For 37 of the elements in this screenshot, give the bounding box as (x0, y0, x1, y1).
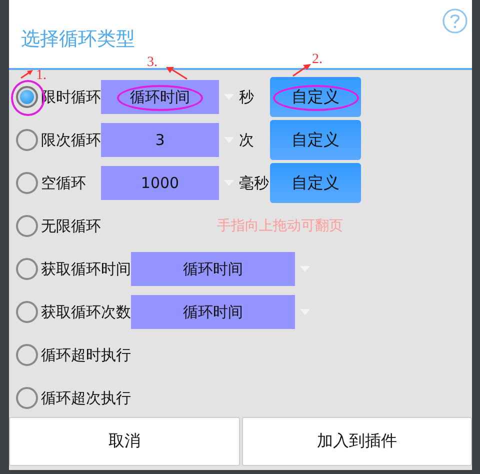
annotation-number: 1. (36, 68, 46, 84)
unit-label: 毫秒 (239, 174, 270, 193)
dropdown[interactable]: 3 (101, 123, 219, 158)
radio-button[interactable] (16, 172, 38, 194)
option-label: 循环超次执行 (41, 388, 131, 408)
radio-button[interactable] (16, 258, 38, 280)
dialog-button[interactable]: 取消 (9, 417, 240, 466)
option-label: 获取循环次数 (41, 302, 131, 322)
option-label: 循环超时执行 (41, 346, 131, 365)
help-icon[interactable] (442, 8, 468, 34)
radio-button[interactable] (16, 86, 38, 108)
annotation-number: 2. (312, 52, 322, 68)
arrow-icon (20, 69, 34, 80)
dropdown[interactable]: 循环时间 (101, 80, 219, 114)
dialog-button[interactable]: 加入到插件 (242, 417, 472, 466)
option-label: 获取循环时间 (41, 260, 131, 279)
radio-button[interactable] (16, 215, 38, 238)
arrow-icon (292, 63, 312, 78)
custom-button[interactable]: 自定义 (270, 163, 361, 204)
hint-text: 手指向上拖动可翻页 (217, 217, 343, 236)
unit-label: 秒 (239, 88, 255, 107)
radio-button[interactable] (16, 301, 38, 324)
custom-button[interactable]: 自定义 (270, 120, 361, 160)
dropdown[interactable]: 循环时间 (131, 252, 295, 286)
option-label: 限次循环 (41, 130, 101, 150)
radio-button[interactable] (16, 344, 38, 366)
radio-button[interactable] (16, 387, 38, 410)
dropdown[interactable]: 1000 (101, 166, 219, 200)
dialog-title: 选择循环类型 (21, 27, 135, 52)
annotation-number: 3. (147, 55, 158, 72)
option-label: 无限循环 (41, 216, 101, 236)
custom-button[interactable]: 自定义 (270, 77, 361, 118)
unit-label: 次 (239, 130, 255, 150)
dropdown[interactable]: 循环时间 (131, 295, 295, 330)
arrow-icon (165, 66, 189, 80)
option-label: 空循环 (41, 174, 87, 193)
radio-button[interactable] (16, 129, 38, 152)
